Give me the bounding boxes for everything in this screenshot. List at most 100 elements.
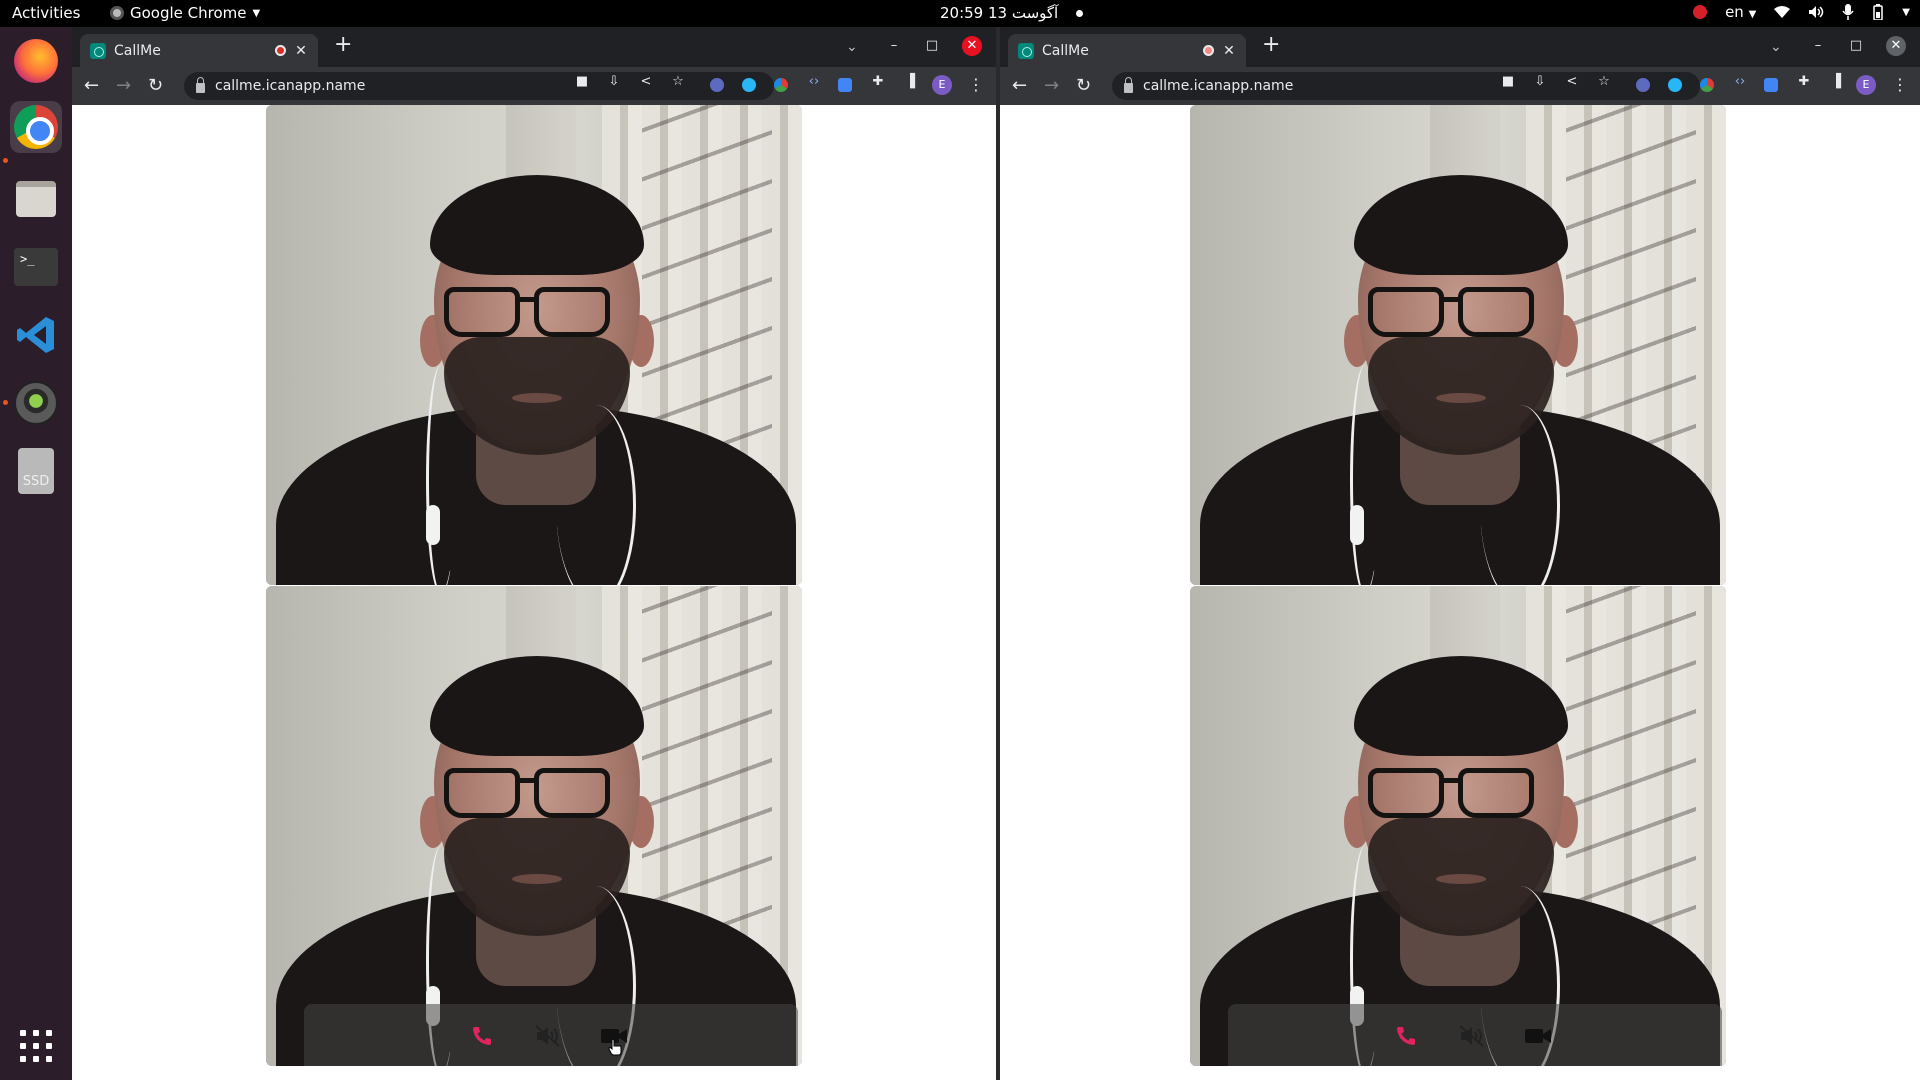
- remote-video: [1190, 105, 1726, 585]
- bookmark-star-icon[interactable]: ☆: [1596, 74, 1612, 90]
- clock[interactable]: 20:59 13 آگوست: [940, 4, 1084, 22]
- extension-color-icon[interactable]: [774, 78, 788, 92]
- camera-in-use-icon[interactable]: ■: [574, 74, 590, 90]
- forward-button[interactable]: →: [116, 75, 131, 96]
- dock-files[interactable]: [10, 173, 62, 225]
- new-tab-button[interactable]: +: [334, 34, 352, 56]
- show-apps-icon[interactable]: [20, 1030, 52, 1062]
- running-indicator-icon: [3, 400, 8, 405]
- local-video: [266, 586, 802, 1066]
- extension-code-icon[interactable]: ‹›: [1732, 74, 1748, 90]
- running-indicator-icon: [3, 158, 8, 163]
- extensions-puzzle-icon[interactable]: ✚: [1796, 74, 1812, 90]
- side-panel-icon[interactable]: ▐: [902, 74, 918, 90]
- tab-callme[interactable]: CallMe ✕: [1008, 34, 1246, 67]
- chrome-icon: [14, 105, 58, 149]
- browser-toolbar: ← → ↻ callme.icanapp.name ■ ⇩ < ☆ ‹› ✚ ▐…: [72, 67, 996, 105]
- side-panel-icon[interactable]: ▐: [1828, 74, 1844, 90]
- share-icon[interactable]: <: [1564, 74, 1580, 90]
- remote-video: [266, 105, 802, 585]
- minimize-button[interactable]: –: [884, 36, 904, 56]
- recording-indicator-icon: [275, 45, 286, 56]
- maximize-button[interactable]: □: [1846, 36, 1866, 56]
- chevron-down-icon: ▼: [1748, 9, 1757, 20]
- lock-icon[interactable]: [1124, 77, 1133, 93]
- chrome-app-icon: [110, 6, 124, 20]
- tab-callme[interactable]: CallMe ✕: [80, 34, 318, 67]
- dock-terminal[interactable]: >_: [10, 241, 62, 293]
- browser-window-right: CallMe ✕ + ⌄ – □ ✕ ← → ↻ callme.icanapp.…: [1000, 27, 1920, 1080]
- extension-color-icon[interactable]: [1700, 78, 1714, 92]
- screen-recording-icon[interactable]: [1693, 5, 1708, 19]
- forward-button[interactable]: →: [1044, 75, 1059, 96]
- minimize-button[interactable]: –: [1808, 36, 1828, 56]
- chevron-down-icon: ▼: [1902, 6, 1910, 18]
- top-bar: Activities Google Chrome ▼ 20:59 13 آگوس…: [0, 0, 1920, 27]
- speaker-muted-icon: [535, 1025, 560, 1047]
- lock-icon[interactable]: [196, 77, 205, 93]
- mouse-pointer-icon: [608, 1038, 622, 1056]
- clock-label: 20:59 13 آگوست: [940, 4, 1059, 22]
- profile-avatar[interactable]: E: [932, 75, 952, 95]
- keyboard-layout-indicator[interactable]: en ▼: [1725, 3, 1756, 21]
- tab-title: CallMe: [114, 42, 161, 59]
- vscode-icon: [17, 317, 54, 353]
- close-tab-icon[interactable]: ✕: [294, 43, 308, 59]
- extension-code-icon[interactable]: ‹›: [806, 74, 822, 90]
- share-icon[interactable]: <: [638, 74, 654, 90]
- back-button[interactable]: ←: [84, 75, 99, 96]
- app-menu[interactable]: Google Chrome ▼: [110, 4, 260, 22]
- video-camera-icon: [1525, 1029, 1551, 1043]
- extension-shield-icon[interactable]: [1636, 78, 1650, 92]
- extension-translate-icon[interactable]: [838, 78, 852, 92]
- tab-search-chevron-icon[interactable]: ⌄: [846, 39, 858, 55]
- page-content: [1000, 105, 1920, 1080]
- install-app-icon[interactable]: ⇩: [606, 74, 622, 90]
- callme-favicon-icon: [1018, 42, 1034, 59]
- close-tab-icon[interactable]: ✕: [1222, 43, 1236, 59]
- chrome-menu-icon[interactable]: ⋮: [1892, 75, 1908, 94]
- volume-icon: [1809, 6, 1824, 18]
- firefox-icon: [14, 39, 58, 83]
- chrome-menu-icon[interactable]: ⋮: [968, 75, 984, 94]
- new-tab-button[interactable]: +: [1262, 34, 1280, 56]
- dock-firefox[interactable]: [10, 35, 62, 87]
- tab-strip: CallMe ✕ + ⌄ – □ ✕: [1000, 27, 1920, 67]
- reload-button[interactable]: ↻: [148, 75, 163, 96]
- system-tray[interactable]: en ▼ ▼: [1693, 3, 1910, 21]
- screenshot-icon: [14, 381, 58, 425]
- close-window-button[interactable]: ✕: [962, 36, 982, 56]
- extensions-puzzle-icon[interactable]: ✚: [870, 74, 886, 90]
- extension-translate-icon[interactable]: [1764, 78, 1778, 92]
- dock-chrome[interactable]: [10, 101, 62, 153]
- extension-shield-icon[interactable]: [710, 78, 724, 92]
- mute-audio-button[interactable]: [534, 1022, 562, 1050]
- back-button[interactable]: ←: [1012, 75, 1027, 96]
- phone-hangup-icon: [473, 1027, 491, 1045]
- dock: >_ SSD: [0, 27, 72, 1080]
- reload-button[interactable]: ↻: [1076, 75, 1091, 96]
- microphone-icon: [1842, 4, 1854, 20]
- hang-up-button[interactable]: [1392, 1022, 1420, 1050]
- url-text: callme.icanapp.name: [1143, 78, 1294, 94]
- maximize-button[interactable]: □: [922, 36, 942, 56]
- url-text: callme.icanapp.name: [215, 78, 366, 94]
- activities-button[interactable]: Activities: [12, 4, 80, 22]
- extension-blue-icon[interactable]: [1668, 78, 1682, 92]
- extension-blue-icon[interactable]: [742, 78, 756, 92]
- install-app-icon[interactable]: ⇩: [1532, 74, 1548, 90]
- battery-icon: [1873, 4, 1884, 20]
- close-window-button[interactable]: ✕: [1886, 36, 1906, 56]
- ssd-drive-label: SSD: [22, 474, 50, 489]
- bookmark-star-icon[interactable]: ☆: [670, 74, 686, 90]
- dock-vscode[interactable]: [10, 309, 62, 361]
- tab-search-chevron-icon[interactable]: ⌄: [1770, 39, 1782, 55]
- mute-audio-button[interactable]: [1458, 1022, 1486, 1050]
- dock-screenshot-app[interactable]: [10, 377, 62, 429]
- camera-in-use-icon[interactable]: ■: [1500, 74, 1516, 90]
- hang-up-button[interactable]: [468, 1022, 496, 1050]
- dock-ssd-drive[interactable]: SSD: [10, 445, 62, 497]
- call-controls: [1228, 1004, 1722, 1066]
- toggle-camera-button[interactable]: [1524, 1022, 1552, 1050]
- profile-avatar[interactable]: E: [1856, 75, 1876, 95]
